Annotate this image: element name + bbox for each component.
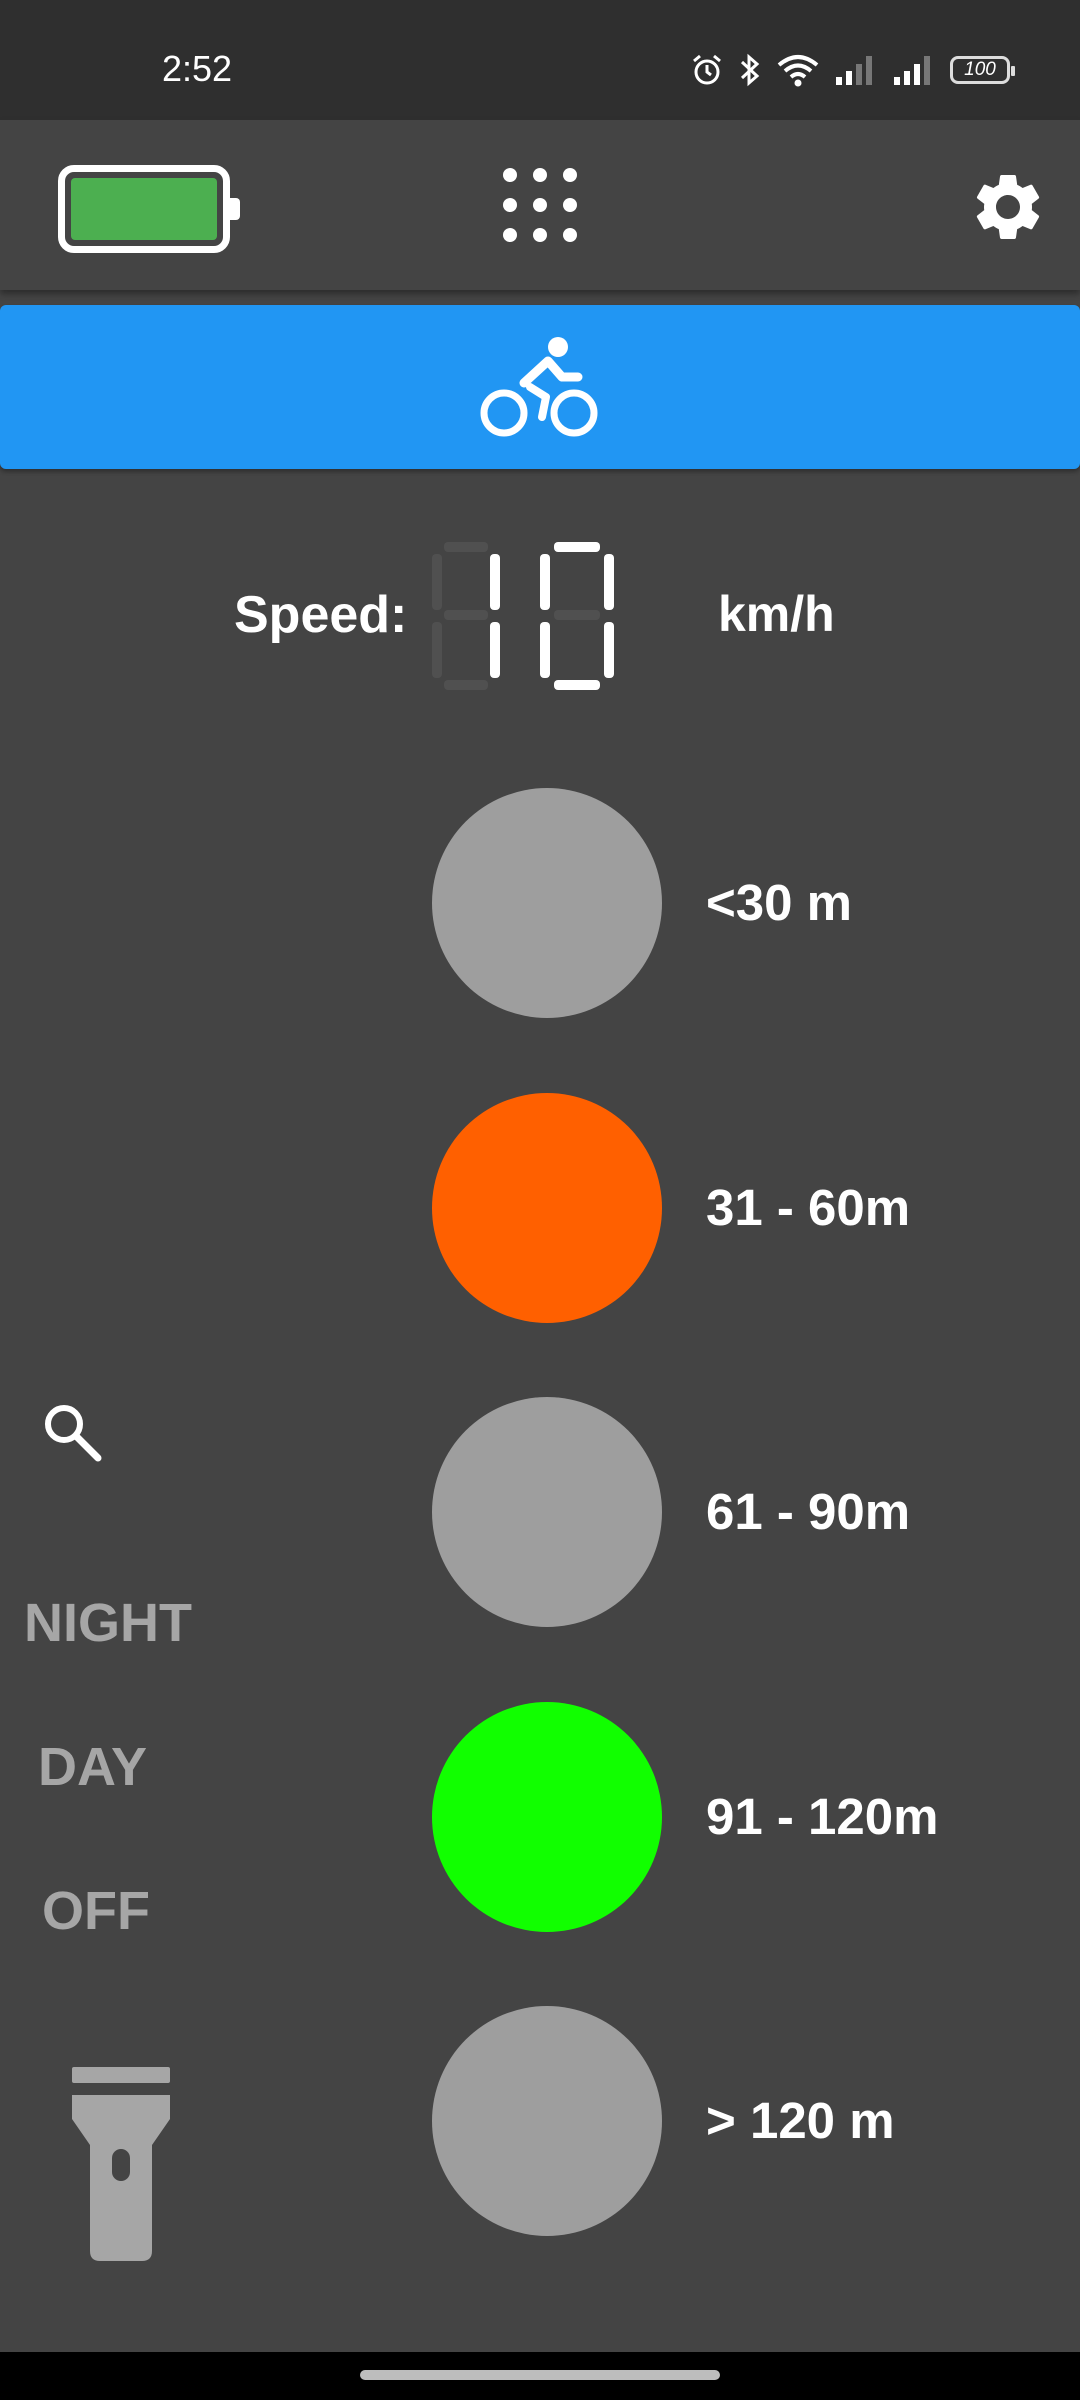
status-icons: 100 <box>690 50 1015 90</box>
search-icon[interactable] <box>40 1400 106 1466</box>
battery-full-icon[interactable] <box>58 165 240 253</box>
indicator-circle <box>432 1093 662 1323</box>
grid-dots-icon[interactable] <box>500 165 580 245</box>
ride-mode-bar[interactable] <box>0 305 1080 469</box>
status-time: 2:52 <box>162 48 233 89</box>
signal-icon <box>836 56 872 85</box>
home-indicator[interactable] <box>360 2370 720 2380</box>
status-battery: 100 <box>950 56 1015 84</box>
range-label: 31 - 60m <box>706 1179 911 1236</box>
speed-label: Speed: <box>234 586 408 644</box>
alarm-icon <box>693 54 721 85</box>
app-screen: 2:52 100 Speed: km/h <30 m 31 - 60m 61 -… <box>0 0 1080 2400</box>
indicator-circle <box>432 788 662 1018</box>
status-battery-level: 100 <box>964 59 996 80</box>
speed-unit: km/h <box>718 586 835 642</box>
range-label: <30 m <box>706 874 853 931</box>
mode-day-button[interactable]: DAY <box>38 1736 147 1798</box>
battery-nub <box>230 198 240 220</box>
battery-fill <box>71 178 217 240</box>
range-label: 91 - 120m <box>706 1788 939 1845</box>
speed-display <box>432 542 614 690</box>
flashlight-icon[interactable] <box>70 2065 172 2263</box>
mode-off-button[interactable]: OFF <box>42 1880 150 1942</box>
gear-icon[interactable] <box>968 167 1048 247</box>
wifi-icon <box>777 55 819 87</box>
mode-night-button[interactable]: NIGHT <box>24 1592 192 1654</box>
status-bar: 2:52 100 <box>0 0 1080 120</box>
indicator-circle <box>432 1702 662 1932</box>
indicator-circle <box>432 1397 662 1627</box>
indicator-circle <box>432 2006 662 2236</box>
bicycle-icon <box>480 337 598 437</box>
signal-icon <box>894 56 930 85</box>
bluetooth-icon <box>740 53 760 87</box>
range-label: > 120 m <box>706 2092 895 2149</box>
range-label: 61 - 90m <box>706 1483 911 1540</box>
